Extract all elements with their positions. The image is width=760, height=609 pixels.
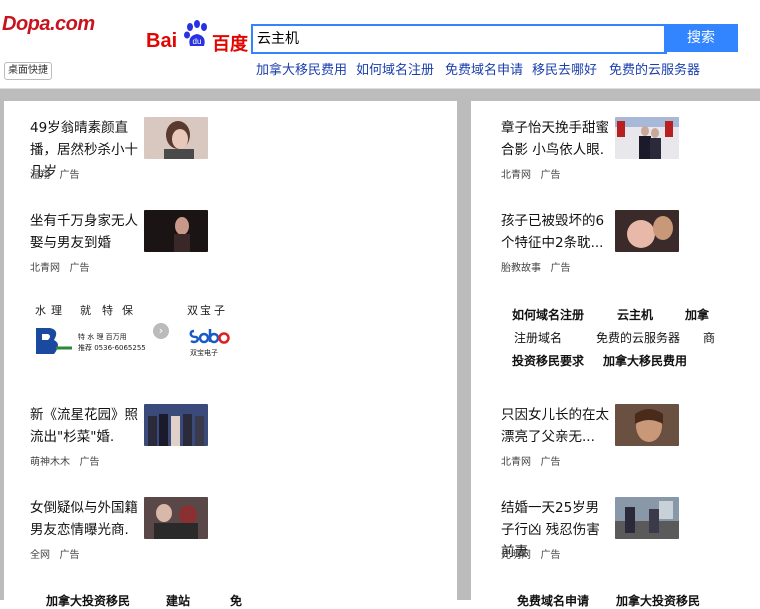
keyword-link[interactable]: 免	[230, 592, 242, 609]
keyword-link[interactable]: 云主机	[617, 306, 653, 323]
news-source: 北青网 广告	[501, 166, 561, 181]
keyword-link[interactable]: 商	[703, 329, 715, 346]
ad-logo-icon	[36, 328, 72, 354]
ad-word: 子	[214, 304, 225, 317]
source-name: 北青网	[501, 170, 531, 181]
baidu-paw-text: du	[193, 37, 202, 46]
hot-link[interactable]: 如何域名注册	[356, 59, 434, 78]
sabo-logo-icon	[188, 326, 232, 346]
source-tag: 广告	[59, 550, 80, 561]
keyword-link[interactable]: 投资移民要求	[512, 352, 584, 369]
baidu-logo-text-left: Bai	[146, 30, 178, 52]
source-name: 温翔	[30, 170, 50, 181]
source-tag: 广告	[540, 457, 561, 468]
news-source: 全网 广告	[30, 546, 80, 561]
source-name: 萌神木木	[30, 457, 70, 468]
ad-caption: 双宝电子	[190, 349, 218, 357]
ad-caption: 特 水 理 百万用	[78, 333, 127, 341]
source-tag: 广告	[550, 263, 571, 274]
keyword-link[interactable]: 加拿大投资移民	[46, 592, 130, 609]
news-source: 温翔 广告	[30, 166, 80, 181]
keyword-link[interactable]: 加拿	[685, 306, 709, 323]
news-title[interactable]: 坐有千万身家无人娶与男友到婚	[30, 210, 140, 254]
ad-word: 水	[35, 304, 46, 317]
source-name: 北青网	[30, 263, 60, 274]
search-input[interactable]: 云主机	[251, 24, 667, 54]
source-name: 北青网	[501, 457, 531, 468]
keyword-link[interactable]: 免费域名申请	[517, 592, 589, 609]
content-middle-gutter	[457, 89, 471, 600]
content-top-gutter	[0, 89, 760, 101]
news-thumbnail[interactable]	[615, 210, 679, 252]
baidu-logo-text-right: 百度	[212, 34, 248, 55]
baidu-paw-icon: du	[184, 20, 207, 46]
source-name: 胎教故事	[501, 263, 541, 274]
keyword-link[interactable]: 如何域名注册	[512, 306, 584, 323]
news-title[interactable]: 只因女儿长的在太漂亮了父亲无...	[501, 404, 611, 448]
site-logo[interactable]: Dopa.com	[2, 13, 95, 36]
ad-word: 就	[80, 304, 91, 317]
source-tag: 广告	[79, 457, 100, 468]
news-source: 萌神木木 广告	[30, 453, 100, 468]
source-name: 光明网	[501, 550, 531, 561]
ad-word: 保	[122, 304, 133, 317]
ad-word: 双	[187, 304, 198, 317]
hot-link[interactable]: 加拿大移民费用	[256, 59, 347, 78]
keyword-link[interactable]: 免费的云服务器	[596, 329, 680, 346]
ad-word: 理	[51, 304, 62, 317]
source-tag: 广告	[540, 550, 561, 561]
source-name: 全网	[30, 550, 50, 561]
news-thumbnail[interactable]	[144, 117, 208, 159]
news-thumbnail[interactable]	[615, 117, 679, 159]
carousel-next-icon[interactable]: ›	[153, 323, 169, 339]
keyword-link[interactable]: 注册域名	[514, 329, 562, 346]
hot-link[interactable]: 移民去哪好	[532, 59, 597, 78]
ad-caption: 推荐 0536-6065255	[78, 344, 146, 352]
desktop-shortcut-button[interactable]: 桌面快捷	[4, 62, 52, 80]
search-button[interactable]: 搜索	[664, 24, 738, 52]
news-thumbnail[interactable]	[144, 404, 208, 446]
source-tag: 广告	[59, 170, 80, 181]
keyword-link[interactable]: 加拿大投资移民	[616, 592, 700, 609]
news-thumbnail[interactable]	[615, 404, 679, 446]
hot-link[interactable]: 免费域名申请	[445, 59, 523, 78]
news-source: 光明网 广告	[501, 546, 561, 561]
source-tag: 广告	[69, 263, 90, 274]
ad-word: 特	[102, 304, 113, 317]
ad-word: 宝	[200, 304, 211, 317]
baidu-logo[interactable]: Bai du 百度	[146, 18, 248, 55]
ad-block[interactable]: 水 理 就 特 保 双 宝 子 特 水 理 百万用 推荐 0536-606525…	[30, 302, 250, 364]
news-thumbnail[interactable]	[615, 497, 679, 539]
news-title[interactable]: 女倒疑似与外国籍男友恋情曝光商.	[30, 497, 140, 541]
news-title[interactable]: 章子怡天挽手甜蜜合影 小鸟依人眼.	[501, 117, 611, 161]
news-title[interactable]: 孩子已被毁坏的6个特征中2条耽...	[501, 210, 611, 254]
news-source: 胎教故事 广告	[501, 259, 571, 274]
source-tag: 广告	[540, 170, 561, 181]
news-title[interactable]: 新《流星花园》照流出"杉菜"婚.	[30, 404, 140, 448]
news-source: 北青网 广告	[501, 453, 561, 468]
news-thumbnail[interactable]	[144, 210, 208, 252]
news-source: 北青网 广告	[30, 259, 90, 274]
news-thumbnail[interactable]	[144, 497, 208, 539]
hot-link[interactable]: 免费的云服务器	[609, 59, 700, 78]
keyword-link[interactable]: 建站	[166, 592, 190, 609]
keyword-link[interactable]: 加拿大移民费用	[603, 352, 687, 369]
